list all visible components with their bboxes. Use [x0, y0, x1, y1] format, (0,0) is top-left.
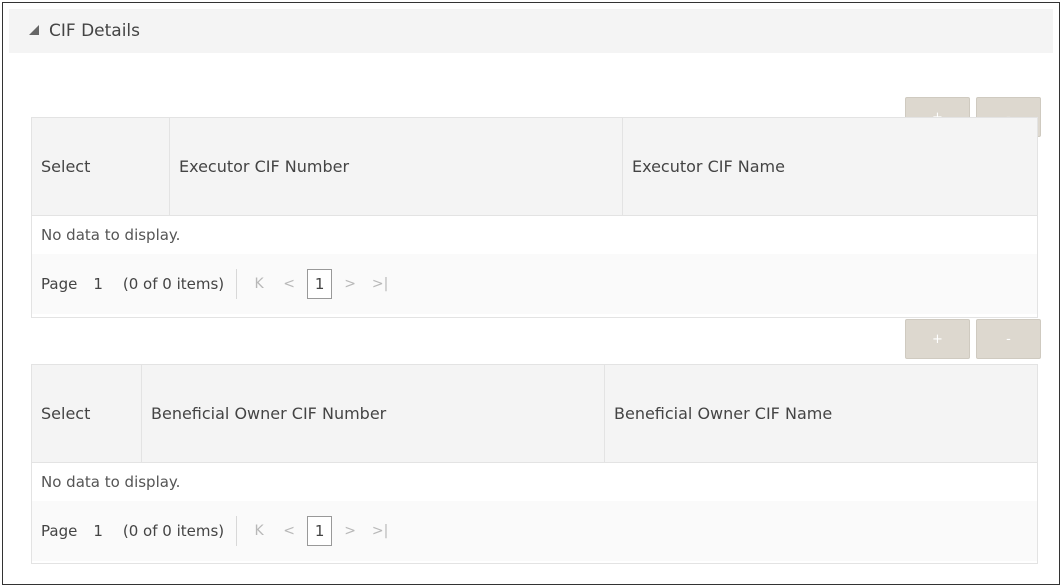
pager-divider	[236, 516, 238, 546]
page-number: 1	[93, 522, 103, 540]
table-header: Select Executor CIF Number Executor CIF …	[32, 118, 1037, 216]
previous-page-icon[interactable]: <	[277, 523, 301, 539]
current-page-button[interactable]: 1	[307, 516, 333, 546]
next-page-icon[interactable]: >	[338, 523, 362, 539]
table-header: Select Beneficial Owner CIF Number Benef…	[32, 365, 1037, 463]
section-title: CIF Details	[49, 21, 141, 41]
page-number: 1	[93, 275, 103, 293]
empty-message: No data to display.	[41, 473, 181, 491]
last-page-icon[interactable]: >|	[368, 276, 392, 292]
items-count: (0 of 0 items)	[122, 522, 225, 540]
column-header-beneficial-owner-cif-number[interactable]: Beneficial Owner CIF Number	[142, 365, 605, 462]
first-page-icon[interactable]: K	[247, 523, 271, 539]
last-page-icon[interactable]: >|	[368, 523, 392, 539]
beneficial-owner-toolbar: + -	[905, 319, 1041, 359]
column-header-executor-cif-name[interactable]: Executor CIF Name	[623, 118, 1037, 215]
executor-cif-table: Select Executor CIF Number Executor CIF …	[31, 117, 1038, 318]
next-page-icon[interactable]: >	[338, 276, 362, 292]
cif-details-panel: CIF Details + - Select Executor CIF Numb…	[2, 2, 1060, 585]
pagination-bar: Page 1 (0 of 0 items) K < 1 > >|	[32, 254, 1037, 314]
first-page-icon[interactable]: K	[247, 276, 271, 292]
cif-details-section-header[interactable]: CIF Details	[9, 9, 1053, 53]
beneficial-owner-cif-table: Select Beneficial Owner CIF Number Benef…	[31, 364, 1038, 564]
pagination-bar: Page 1 (0 of 0 items) K < 1 > >|	[32, 501, 1037, 561]
add-beneficial-owner-button[interactable]: +	[905, 319, 970, 359]
empty-message: No data to display.	[41, 226, 181, 244]
column-header-executor-cif-number[interactable]: Executor CIF Number	[170, 118, 623, 215]
current-page-button[interactable]: 1	[307, 269, 333, 299]
column-header-select[interactable]: Select	[32, 118, 170, 215]
items-count: (0 of 0 items)	[122, 275, 225, 293]
previous-page-icon[interactable]: <	[277, 276, 301, 292]
page-label: Page	[41, 275, 78, 293]
page-label: Page	[41, 522, 78, 540]
column-header-select[interactable]: Select	[32, 365, 142, 462]
pager-divider	[236, 269, 238, 299]
remove-beneficial-owner-button[interactable]: -	[976, 319, 1041, 359]
triangle-collapse-icon[interactable]	[29, 25, 39, 35]
column-header-beneficial-owner-cif-name[interactable]: Beneficial Owner CIF Name	[605, 365, 1037, 462]
